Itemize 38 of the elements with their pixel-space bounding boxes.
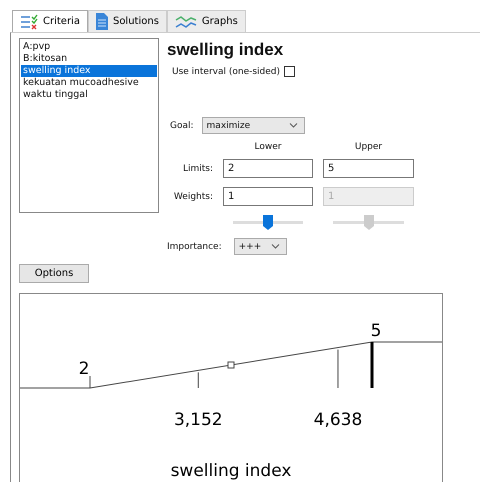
limits-label: Limits: <box>182 164 213 174</box>
list-item[interactable]: swelling index <box>21 65 157 77</box>
point-value-label: 3,152 <box>174 410 223 430</box>
list-item[interactable]: A:pvp <box>21 41 157 53</box>
column-header: Upper <box>354 142 384 152</box>
checkbox-label: Use interval (one-sided) <box>172 66 280 76</box>
criterion-title: swelling index <box>167 40 284 60</box>
checklist-icon <box>20 14 38 30</box>
chevron-down-icon <box>270 244 280 249</box>
list-item[interactable]: kekuatan mucoadhesive <box>21 77 157 89</box>
upper-limit-label: 5 <box>370 321 382 341</box>
tab[interactable]: Criteria <box>12 10 88 32</box>
input-field[interactable]: 5 <box>323 159 414 178</box>
options-button[interactable]: Options <box>19 264 89 283</box>
lower-limit-label: 2 <box>78 359 90 379</box>
weights-label: Weights: <box>172 192 213 202</box>
list-item[interactable]: waktu tinggal <box>21 89 157 101</box>
checkbox[interactable] <box>284 66 296 77</box>
slider-thumb[interactable] <box>263 215 273 230</box>
goal-dropdown[interactable]: maximize <box>202 117 305 134</box>
goal-label: Goal: <box>170 120 194 130</box>
point-tick <box>337 349 338 388</box>
column-header: Lower <box>254 142 282 152</box>
chevron-down-icon <box>288 123 298 128</box>
document-icon <box>96 13 108 30</box>
importance-dropdown[interactable]: +++ <box>234 238 287 255</box>
point-value-label: 4,638 <box>314 410 362 430</box>
optimum-bar <box>370 342 374 388</box>
axis-title: swelling index <box>170 461 292 481</box>
tab[interactable]: Solutions <box>88 10 167 32</box>
point-tick <box>198 372 199 388</box>
current-point-marker <box>228 362 234 368</box>
list-item[interactable]: B:kitosan <box>21 53 157 65</box>
line-graph-icon <box>174 14 197 28</box>
tab[interactable]: Graphs <box>166 10 246 32</box>
input-field[interactable]: 1 <box>223 187 313 206</box>
importance-label: Importance: <box>167 242 222 252</box>
input-field[interactable]: 2 <box>223 159 313 178</box>
